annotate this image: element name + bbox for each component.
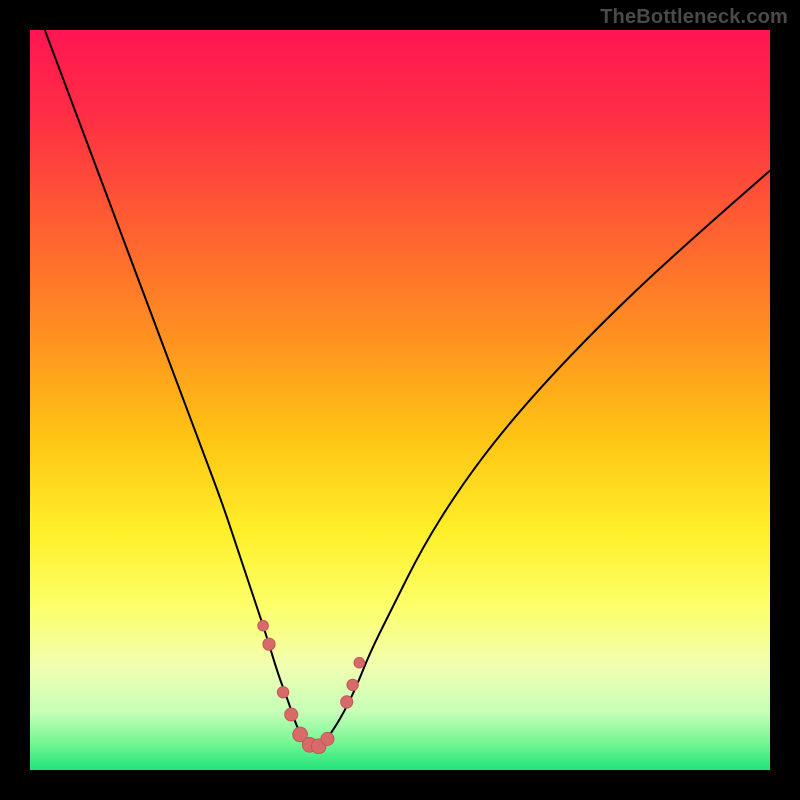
marker-point (285, 708, 298, 721)
marker-point (277, 687, 288, 698)
gradient-background (30, 30, 770, 770)
marker-point (354, 657, 365, 668)
plot-area (30, 30, 770, 770)
marker-point (347, 679, 358, 690)
chart-svg (30, 30, 770, 770)
watermark-label: TheBottleneck.com (600, 6, 788, 29)
chart-frame: TheBottleneck.com (0, 0, 800, 800)
marker-point (341, 696, 353, 708)
marker-point (258, 620, 269, 631)
marker-point (321, 732, 334, 745)
marker-point (263, 638, 275, 650)
